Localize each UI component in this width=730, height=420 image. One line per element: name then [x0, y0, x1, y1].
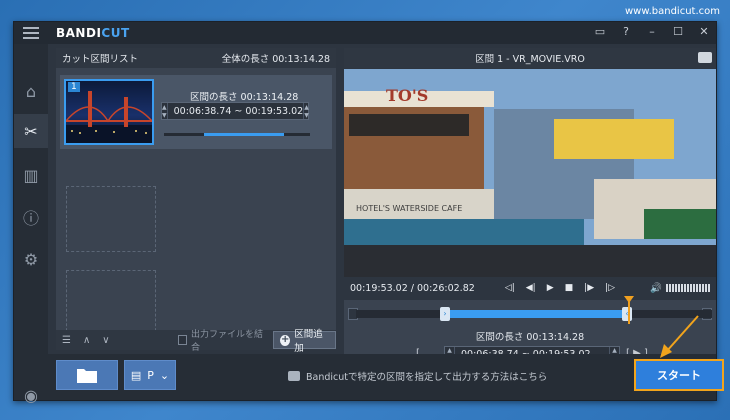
plus-icon: +	[280, 333, 291, 346]
end-spinner[interactable]: ▲▼	[303, 103, 309, 119]
move-up-icon[interactable]: ∧	[77, 335, 96, 346]
preview-header: 区間 1 - VR_MOVIE.VRO	[344, 48, 716, 68]
clip-item[interactable]: 1 区間の長さ 00:13:14.28 ▲ ▼ 00:06:38.74 ~ 00:…	[60, 75, 332, 149]
menu-icon[interactable]	[23, 27, 39, 39]
merge-label: 出力ファイルを結合	[190, 330, 263, 353]
add-segment-button[interactable]: + 区間追加	[273, 329, 336, 354]
settings-icon[interactable]: ⚙	[14, 242, 48, 276]
clip-length: 区間の長さ 00:13:14.28	[190, 92, 299, 103]
cut-list-panel: カット区間リスト 全体の長さ 00:13:14.28 1 区間の長さ 00:13…	[56, 48, 336, 354]
video-preview[interactable]: TO'S HOTEL'S WATERSIDE CAFE	[344, 69, 716, 277]
start-button[interactable]: スタート	[634, 359, 724, 391]
help-icon[interactable]: ?	[620, 25, 632, 38]
playback-controls: 00:19:53.02 / 00:26:02.82 ◁| ◀| ▶ ■ |▶ |…	[344, 277, 716, 299]
pointer-arrow	[660, 315, 699, 358]
bottom-bar: ▤ P ⌄ Bandicutで特定の区間を指定して出力する方法はこちら スタート	[48, 354, 724, 400]
cut-icon[interactable]: ✂	[14, 114, 48, 148]
move-down-icon[interactable]: ∨	[96, 335, 115, 346]
clip-range-field[interactable]: ▲ ▼ 00:06:38.74 ~ 00:19:53.02 ▲ ▼	[161, 102, 309, 120]
merge-checkbox[interactable]	[177, 335, 187, 345]
minimize-icon[interactable]: –	[646, 25, 658, 38]
playhead[interactable]	[624, 296, 634, 324]
clip-range: 00:06:38.74 ~ 00:19:53.02	[173, 105, 304, 117]
next-frame-icon[interactable]: |▶	[584, 283, 594, 293]
maximize-icon[interactable]: ☐	[672, 25, 684, 38]
prev-segment-icon[interactable]: ◁|	[505, 283, 515, 293]
preview-title: 区間 1 - VR_MOVIE.VRO	[475, 54, 585, 65]
chevron-down-icon: ⌄	[159, 368, 170, 382]
cut-list-footer: ☰ ∧ ∨ 出力ファイルを結合 + 区間追加	[56, 329, 336, 354]
open-folder-button[interactable]	[56, 360, 118, 390]
play-icon[interactable]: ▶	[547, 283, 554, 293]
info-icon[interactable]: ⓘ	[14, 200, 48, 234]
delete-list-icon[interactable]: ☰	[56, 335, 77, 346]
stop-icon[interactable]: ■	[565, 283, 574, 293]
volume-slider[interactable]	[666, 284, 710, 292]
cut-list-title: カット区間リスト	[62, 54, 139, 65]
volume-icon[interactable]: 🔊	[650, 283, 662, 294]
camera-icon[interactable]	[698, 52, 712, 63]
clip-thumbnail[interactable]: 1	[64, 79, 154, 145]
app-window: BANDICUT ▭ ? – ☐ ✕ ⌂ ✂ ▥ ⓘ ⚙ ◉ カット区間リスト …	[13, 21, 724, 405]
clip-progress	[164, 133, 310, 136]
empty-clip-slot	[66, 270, 156, 336]
app-logo: BANDICUT	[56, 26, 130, 40]
film-icon: ▤	[130, 368, 142, 382]
website-watermark: www.bandicut.com	[624, 6, 720, 17]
svg-text:HOTEL'S WATERSIDE CAFE: HOTEL'S WATERSIDE CAFE	[356, 204, 462, 213]
total-length: 全体の長さ 00:13:14.28	[221, 54, 330, 65]
next-segment-icon[interactable]: |▷	[605, 283, 615, 293]
help-hint[interactable]: Bandicutで特定の区間を指定して出力する方法はこちら	[288, 369, 547, 383]
home-icon[interactable]: ⌂	[14, 74, 48, 108]
svg-text:TO'S: TO'S	[386, 86, 428, 105]
close-icon[interactable]: ✕	[698, 25, 710, 38]
chat-icon	[288, 371, 300, 381]
time-display: 00:19:53.02 / 00:26:02.82	[350, 282, 475, 294]
sidebar: ⌂ ✂ ▥ ⓘ ⚙ ◉	[14, 44, 48, 405]
end-handle[interactable]: ‹	[622, 307, 632, 321]
output-format-button[interactable]: ▤ P ⌄	[124, 360, 176, 390]
start-handle[interactable]: ›	[440, 307, 450, 321]
title-bar: BANDICUT ▭ ? – ☐ ✕	[14, 22, 716, 44]
empty-clip-slot	[66, 186, 156, 252]
prev-frame-icon[interactable]: ◀|	[526, 283, 536, 293]
folder-icon[interactable]: ▭	[594, 25, 606, 38]
record-icon[interactable]: ◉	[14, 378, 48, 412]
selected-segment[interactable]	[444, 310, 626, 318]
film-icon[interactable]: ▥	[14, 158, 48, 192]
clip-number: 1	[68, 82, 80, 92]
